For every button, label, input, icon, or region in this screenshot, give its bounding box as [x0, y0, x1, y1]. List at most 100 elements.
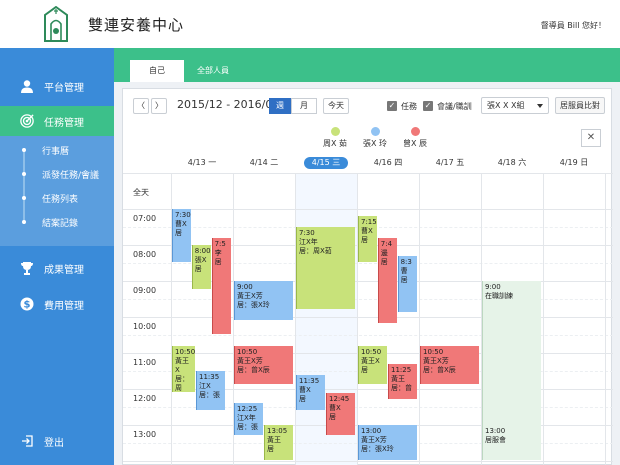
view-week-button[interactable]: 週 — [269, 98, 291, 114]
submenu-item-dispatch[interactable]: 派發任務/會議 — [0, 162, 114, 186]
event-text: 黃王X芳 — [423, 356, 449, 365]
compare-caregivers-button[interactable]: 居服員比對 — [555, 97, 605, 114]
today-button[interactable]: 今天 — [323, 98, 349, 114]
calendar-event[interactable]: 12:45 曹X 居 — [326, 392, 355, 435]
event-text: 7:5 — [214, 239, 226, 248]
group-select-value: 張X X X組 — [487, 101, 525, 110]
week-grid: 4/13 一 4/14 二 4/15 三 4/16 四 4/17 五 4/18 … — [123, 153, 613, 465]
calendar-event[interactable]: 10:50 黃王X芳 居：曾X辰 — [420, 345, 479, 385]
event-text: 居 — [214, 257, 222, 266]
group-select[interactable]: 張X X X組 — [481, 97, 549, 114]
event-text: 7:30 — [299, 229, 315, 237]
next-button[interactable]: 〉 — [151, 98, 167, 114]
calendar-event[interactable]: 11:35 江X 居：張 — [196, 371, 225, 410]
logout-button[interactable]: 登出 — [0, 426, 114, 456]
calendar-event[interactable]: 10:50 黃王X 居 — [358, 345, 387, 385]
brand-name: 雙連安養中心 — [88, 16, 185, 34]
prev-button[interactable]: 〈 — [133, 98, 149, 114]
event-text: 7:15 — [361, 218, 377, 227]
calendar-event[interactable]: 7:4 邊居 — [377, 237, 397, 324]
day-column-line — [605, 173, 606, 465]
event-text: 居 — [194, 265, 202, 273]
event-text: 居服會 — [485, 436, 506, 444]
event-text: 居 — [380, 257, 388, 266]
calendar-event[interactable]: 11:25 黃王 居：曾 — [388, 363, 417, 399]
view-month-button[interactable]: 月 — [291, 98, 317, 114]
sidebar-item-label: 平台管理 — [44, 82, 84, 94]
day-header[interactable]: 4/17 五 — [419, 153, 481, 173]
calendar-event[interactable]: 10:50 黃王X芳 居：曾X辰 — [234, 345, 293, 385]
event-text: 11:35 — [299, 376, 320, 385]
sidebar-item-platform[interactable]: 平台管理 — [0, 71, 114, 101]
event-text: 居 — [400, 275, 408, 284]
event-text: 7:4 — [380, 239, 393, 248]
calendar-event[interactable]: 7:30 曹X 居 — [172, 209, 191, 262]
grid-line — [123, 173, 613, 174]
day-header[interactable]: 4/14 二 — [233, 153, 295, 173]
day-header[interactable]: 4/13 一 — [171, 153, 233, 173]
event-text: 江X年 — [299, 238, 318, 246]
calendar-event[interactable]: 13:05 黃王居 — [264, 425, 293, 460]
submenu-item-task-list[interactable]: 任務列表 — [0, 186, 114, 210]
calendar-event[interactable]: 13:00 居服會 — [482, 425, 541, 460]
sidebar-item-results[interactable]: 成果管理 — [0, 253, 114, 283]
day-header[interactable]: 4/16 四 — [357, 153, 419, 173]
event-text: 居：張 — [199, 391, 220, 399]
calendar-event[interactable]: 12:25 江X年 居：張 — [234, 403, 263, 435]
event-text: 曹X — [299, 385, 311, 394]
event-text: 居：張 — [237, 423, 258, 432]
legend-label: 周X 茹 — [322, 139, 348, 148]
day-column-line — [419, 173, 420, 465]
event-text: 李 — [214, 248, 222, 257]
logout-label: 登出 — [44, 437, 64, 449]
event-text: 11:35 — [199, 373, 220, 381]
sidebar-item-expenses[interactable]: $ 費用管理 — [0, 289, 114, 319]
event-text: 曹 — [400, 266, 408, 275]
trophy-icon — [20, 261, 34, 275]
today-badge: 4/15 三 — [303, 157, 349, 169]
legend-item: 周X 茹 — [315, 127, 355, 149]
bullet — [22, 148, 26, 152]
tab-self[interactable]: 自己 — [130, 60, 184, 82]
event-text: 13:00 — [361, 427, 382, 435]
calendar-panel: 〈 〉 2015/12 - 2016/01 週 月 今天 ✓ 任務 ✓ 會議/職… — [122, 88, 613, 465]
legend-label: 曾X 辰 — [402, 139, 428, 148]
calendar-event[interactable]: 11:35 曹X 居 — [296, 374, 325, 410]
calendar-event[interactable]: 10:50 黃王X 居：周 — [172, 345, 195, 392]
event-text: 7:30 — [175, 211, 191, 219]
main-content: 自己 全部人員 〈 〉 2015/12 - 2016/01 週 月 今天 ✓ 任… — [114, 48, 620, 465]
time-label: 12:00 — [133, 394, 157, 403]
calendar-event[interactable]: 7:15 曹X 居 — [358, 216, 377, 262]
calendar-event[interactable]: 7:30 江X年 居：周X茹 — [296, 227, 355, 309]
tab-all-staff[interactable]: 全部人員 — [186, 60, 240, 82]
close-button[interactable]: ✕ — [581, 129, 601, 147]
legend-swatch — [330, 127, 340, 136]
submenu-label: 任務列表 — [42, 195, 79, 205]
time-label: 13:00 — [133, 430, 157, 439]
hour-grid-line — [123, 209, 613, 210]
day-header-today[interactable]: 4/15 三 — [295, 153, 357, 173]
user-greeting[interactable]: 督導員 Bill 您好！ — [541, 20, 606, 31]
task-checkbox-label: 任務 — [401, 102, 417, 111]
calendar-event[interactable]: 7:5 李居 — [211, 237, 231, 334]
day-header[interactable]: 4/19 日 — [543, 153, 605, 173]
meeting-checkbox[interactable]: ✓ — [423, 101, 433, 111]
sidebar-item-tasks[interactable]: 任務管理 — [0, 106, 114, 136]
hour-grid-line — [123, 461, 613, 462]
legend-item: 張X 玲 — [355, 127, 395, 149]
event-text: 11:25 — [391, 365, 412, 374]
submenu-item-calendar[interactable]: 行事曆 — [0, 138, 114, 162]
svg-text:$: $ — [24, 300, 31, 311]
submenu-item-closed-records[interactable]: 結案記錄 — [0, 210, 114, 234]
calendar-event[interactable]: 9:00 黃王X芳 居：張X玲 — [234, 281, 293, 320]
legend-item: 曾X 辰 — [395, 127, 435, 149]
calendar-event[interactable]: 13:00 黃王X芳 居：張X玲 — [358, 425, 417, 460]
calendar-event[interactable]: 8:3 曹居 — [397, 255, 417, 313]
event-text: 黃王 — [391, 374, 405, 383]
submenu-label: 行事曆 — [42, 147, 70, 157]
bullet — [22, 196, 26, 200]
logout-icon — [20, 434, 34, 448]
calendar-event[interactable]: 8:00 張X 居 — [191, 245, 211, 289]
task-checkbox[interactable]: ✓ — [387, 101, 397, 111]
day-header[interactable]: 4/18 六 — [481, 153, 543, 173]
